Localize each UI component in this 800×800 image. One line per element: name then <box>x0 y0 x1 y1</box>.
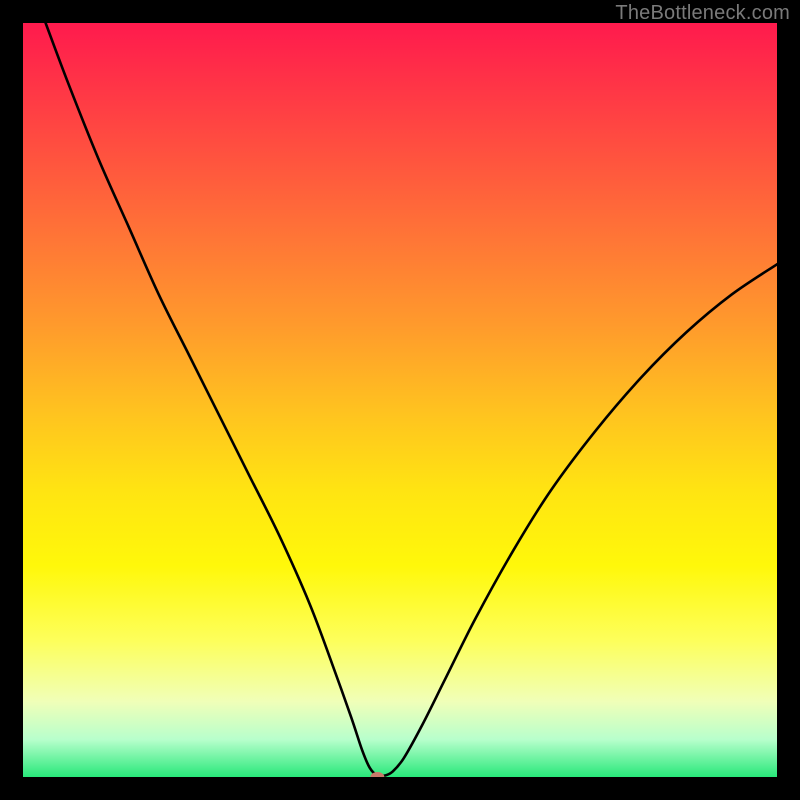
chart-svg <box>23 23 777 777</box>
bottleneck-curve <box>46 23 777 776</box>
plot-area <box>23 23 777 777</box>
chart-frame: TheBottleneck.com <box>0 0 800 800</box>
watermark-text: TheBottleneck.com <box>615 2 790 25</box>
